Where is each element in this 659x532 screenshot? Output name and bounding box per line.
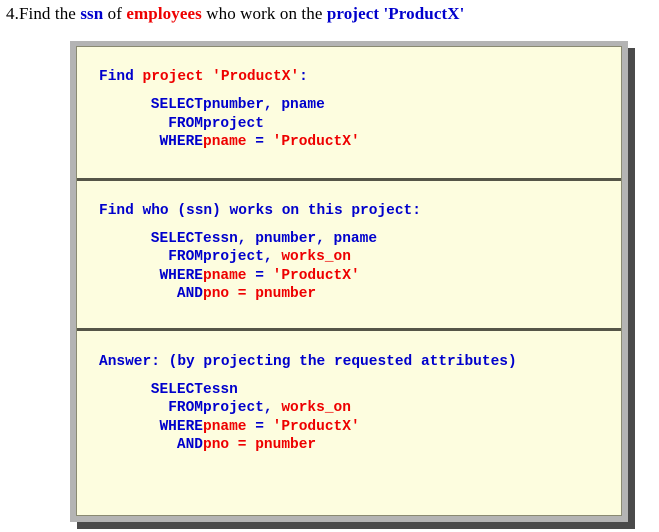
section-2-heading-lead: Find who (ssn) works on this project bbox=[99, 202, 413, 219]
section-3-heading-lead: Answer: (by projecting the requested att… bbox=[99, 353, 517, 370]
sql-row: WHERE pname = 'ProductX' bbox=[137, 133, 360, 152]
sql-row: WHERE pname = 'ProductX' bbox=[137, 418, 360, 437]
sql-row: FROM project, works_on bbox=[137, 248, 377, 267]
sql-value-part: pname bbox=[203, 134, 247, 150]
sql-keyword: FROM bbox=[168, 400, 203, 416]
sql-row: AND pno = pnumber bbox=[137, 436, 360, 455]
sql-value-part: essn bbox=[203, 381, 238, 398]
section-1-heading-lead: Find bbox=[99, 69, 143, 85]
sql-statement-1: SELECT pnumber, pname FROM project WHERE… bbox=[137, 96, 360, 152]
sql-value: pname = 'ProductX' bbox=[203, 267, 377, 286]
sql-keyword: AND bbox=[176, 437, 203, 453]
sql-value: pno = pnumber bbox=[203, 285, 377, 304]
question-text-part3: who work on the bbox=[201, 4, 327, 23]
sql-value-part: pno = pnumber bbox=[203, 437, 317, 453]
section-2-heading: Find who (ssn) works on this project: bbox=[77, 202, 621, 221]
sql-row: SELECT essn, pnumber, pname bbox=[137, 230, 377, 249]
section-1-heading-emphasis: project 'ProductX' bbox=[142, 69, 300, 85]
sql-row: AND pno = pnumber bbox=[137, 285, 377, 304]
sql-value: essn, pnumber, pname bbox=[203, 230, 377, 249]
sql-keyword: WHERE bbox=[159, 267, 203, 284]
sql-value: project bbox=[203, 115, 360, 134]
question-term-ssn: ssn bbox=[80, 4, 104, 23]
sql-value: essn bbox=[203, 381, 360, 400]
sql-value-part: 'ProductX' bbox=[272, 267, 360, 284]
sql-value-part: = bbox=[246, 134, 273, 150]
sql-value-part: works_on bbox=[281, 249, 351, 265]
question-text-part2: of bbox=[103, 4, 127, 23]
sql-row: SELECT pnumber, pname bbox=[137, 96, 360, 115]
sql-keyword: FROM bbox=[168, 249, 203, 265]
sql-value-part: pno = pnumber bbox=[203, 286, 317, 302]
sql-value-part: 'ProductX' bbox=[272, 134, 360, 150]
sql-value: pname = 'ProductX' bbox=[203, 133, 360, 152]
sql-value-part: project, bbox=[203, 249, 282, 265]
sql-value: pnumber, pname bbox=[203, 96, 360, 115]
sql-value-part: pname bbox=[203, 418, 247, 435]
sql-keyword: WHERE bbox=[159, 134, 203, 150]
code-panel: Find project 'ProductX': SELECT pnumber,… bbox=[70, 41, 635, 529]
sql-keyword: SELECT bbox=[150, 230, 203, 247]
sql-value-part: project, bbox=[203, 400, 282, 416]
sql-section-1: Find project 'ProductX': SELECT pnumber,… bbox=[77, 47, 621, 178]
sql-keyword: WHERE bbox=[159, 418, 203, 435]
sql-section-3: Answer: (by projecting the requested att… bbox=[77, 331, 621, 475]
panel-content: Find project 'ProductX': SELECT pnumber,… bbox=[76, 46, 622, 516]
sql-value-part: pnumber, pname bbox=[203, 97, 325, 113]
sql-section-2: Find who (ssn) works on this project: SE… bbox=[77, 181, 621, 328]
sql-row: FROM project, works_on bbox=[137, 399, 360, 418]
sql-statement-2: SELECT essn, pnumber, pname FROM project… bbox=[137, 230, 377, 304]
question-term-employees: employees bbox=[126, 4, 202, 23]
sql-row: FROM project bbox=[137, 115, 360, 134]
sql-row: WHERE pname = 'ProductX' bbox=[137, 267, 377, 286]
sql-value-part: essn, pnumber, pname bbox=[203, 230, 378, 247]
section-2-heading-trail: : bbox=[412, 202, 421, 219]
sql-value-part: project bbox=[203, 115, 264, 132]
section-1-heading-trail: : bbox=[299, 69, 308, 85]
sql-value: pname = 'ProductX' bbox=[203, 418, 360, 437]
sql-statement-3: SELECT essn FROM project, works_on WHERE… bbox=[137, 381, 360, 455]
section-3-heading: Answer: (by projecting the requested att… bbox=[77, 353, 621, 372]
sql-value: pno = pnumber bbox=[203, 436, 360, 455]
sql-keyword: SELECT bbox=[150, 381, 203, 398]
section-1-heading: Find project 'ProductX': bbox=[77, 68, 621, 87]
question-term-project: project 'ProductX' bbox=[326, 4, 465, 23]
question-text-part1: Find the bbox=[18, 4, 81, 23]
sql-value-part: = bbox=[246, 418, 273, 435]
sql-value-part: 'ProductX' bbox=[272, 418, 360, 435]
sql-keyword: FROM bbox=[168, 115, 203, 132]
sql-value: project, works_on bbox=[203, 399, 360, 418]
question-heading: 4.Find the ssn of employees who work on … bbox=[0, 0, 659, 24]
sql-value: project, works_on bbox=[203, 248, 377, 267]
sql-row: SELECT essn bbox=[137, 381, 360, 400]
sql-value-part: works_on bbox=[281, 400, 351, 416]
sql-keyword: AND bbox=[176, 286, 203, 302]
sql-value-part: = bbox=[246, 267, 273, 284]
sql-keyword: SELECT bbox=[150, 97, 203, 113]
sql-value-part: pname bbox=[203, 267, 247, 284]
question-number: 4. bbox=[6, 4, 19, 23]
